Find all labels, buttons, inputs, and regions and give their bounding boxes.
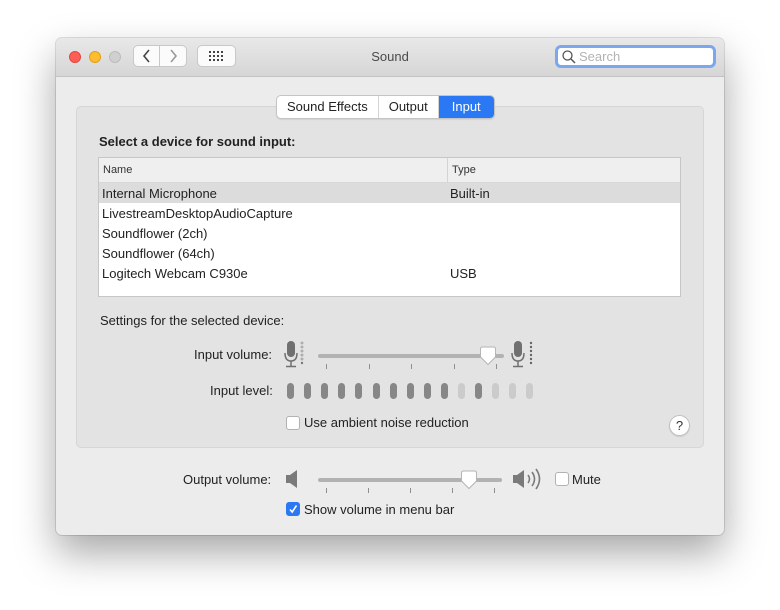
- input-level-meter: [287, 383, 537, 401]
- mute-label[interactable]: Mute: [572, 472, 601, 487]
- level-segment: [389, 383, 397, 399]
- show-volume-label[interactable]: Show volume in menu bar: [304, 502, 454, 517]
- input-volume-label: Input volume:: [194, 347, 273, 362]
- show-volume-checkbox[interactable]: [286, 502, 300, 516]
- table-row[interactable]: Logitech Webcam C930e USB: [99, 263, 680, 283]
- slider-tick: [326, 488, 327, 493]
- slider-tick: [453, 364, 455, 369]
- checkmark-icon: [289, 505, 298, 514]
- help-button[interactable]: ?: [669, 415, 690, 436]
- device-name: Internal Microphone: [102, 186, 217, 201]
- microphone-low-icon: [284, 341, 304, 368]
- slider-tick: [326, 364, 327, 369]
- level-segment: [287, 383, 294, 399]
- tab-bar: Sound Effects Output Input: [276, 95, 495, 119]
- device-name: Logitech Webcam C930e: [102, 266, 248, 281]
- level-segment: [458, 383, 465, 399]
- slider-track: [318, 354, 504, 358]
- microphone-high-icon: [511, 341, 533, 368]
- level-segment: [338, 383, 346, 399]
- column-header-type[interactable]: Type: [447, 158, 476, 182]
- device-type: Built-in: [450, 186, 490, 201]
- search-icon: [562, 49, 576, 64]
- level-segment: [509, 383, 517, 399]
- input-device-table: Name Type Internal Microphone Built-in L…: [98, 157, 681, 297]
- slider-tick: [411, 364, 412, 369]
- level-segment: [304, 383, 312, 399]
- output-volume-label: Output volume:: [183, 472, 272, 487]
- search-field[interactable]: [555, 45, 716, 68]
- tab-input[interactable]: Input: [438, 96, 494, 118]
- sound-preferences-window: Sound Sound Effects Output Input Select …: [56, 38, 724, 535]
- mute-checkbox[interactable]: [555, 472, 569, 486]
- input-volume-slider[interactable]: [318, 344, 504, 372]
- table-row[interactable]: LivestreamDesktopAudioCapture: [99, 203, 680, 223]
- output-volume-slider[interactable]: [318, 468, 502, 496]
- input-level-label: Input level:: [210, 383, 273, 398]
- slider-thumb[interactable]: [460, 470, 478, 490]
- level-segment: [440, 383, 448, 399]
- table-row[interactable]: Soundflower (2ch): [99, 223, 680, 243]
- level-segment: [372, 383, 380, 399]
- speaker-high-icon: [513, 468, 541, 490]
- slider-tick: [494, 488, 495, 493]
- column-header-name[interactable]: Name: [103, 164, 132, 176]
- device-name: LivestreamDesktopAudioCapture: [102, 206, 293, 221]
- slider-thumb[interactable]: [479, 346, 497, 366]
- level-segment: [492, 383, 500, 399]
- tab-sound-effects[interactable]: Sound Effects: [277, 96, 379, 118]
- device-type: USB: [450, 266, 477, 281]
- device-name: Soundflower (2ch): [102, 226, 208, 241]
- section-title: Select a device for sound input:: [99, 134, 296, 149]
- slider-tick: [410, 488, 411, 493]
- slider-tick: [368, 364, 370, 369]
- level-segment: [321, 383, 329, 399]
- table-header: Name Type: [99, 158, 680, 183]
- settings-label: Settings for the selected device:: [100, 313, 285, 328]
- level-segment: [475, 383, 483, 399]
- level-segment: [423, 383, 431, 399]
- slider-tick: [368, 488, 369, 493]
- table-row[interactable]: Soundflower (64ch): [99, 243, 680, 263]
- level-segment: [526, 383, 534, 399]
- noise-reduction-checkbox[interactable]: [286, 416, 300, 430]
- table-row[interactable]: Internal Microphone Built-in: [99, 183, 680, 203]
- speaker-low-icon: [286, 470, 297, 488]
- slider-tick: [452, 488, 453, 493]
- level-segment: [406, 383, 414, 399]
- noise-reduction-label[interactable]: Use ambient noise reduction: [304, 415, 469, 430]
- title-bar: Sound: [56, 38, 724, 77]
- tab-output[interactable]: Output: [379, 96, 439, 118]
- search-input[interactable]: [577, 49, 709, 64]
- device-name: Soundflower (64ch): [102, 246, 215, 261]
- level-segment: [355, 383, 363, 399]
